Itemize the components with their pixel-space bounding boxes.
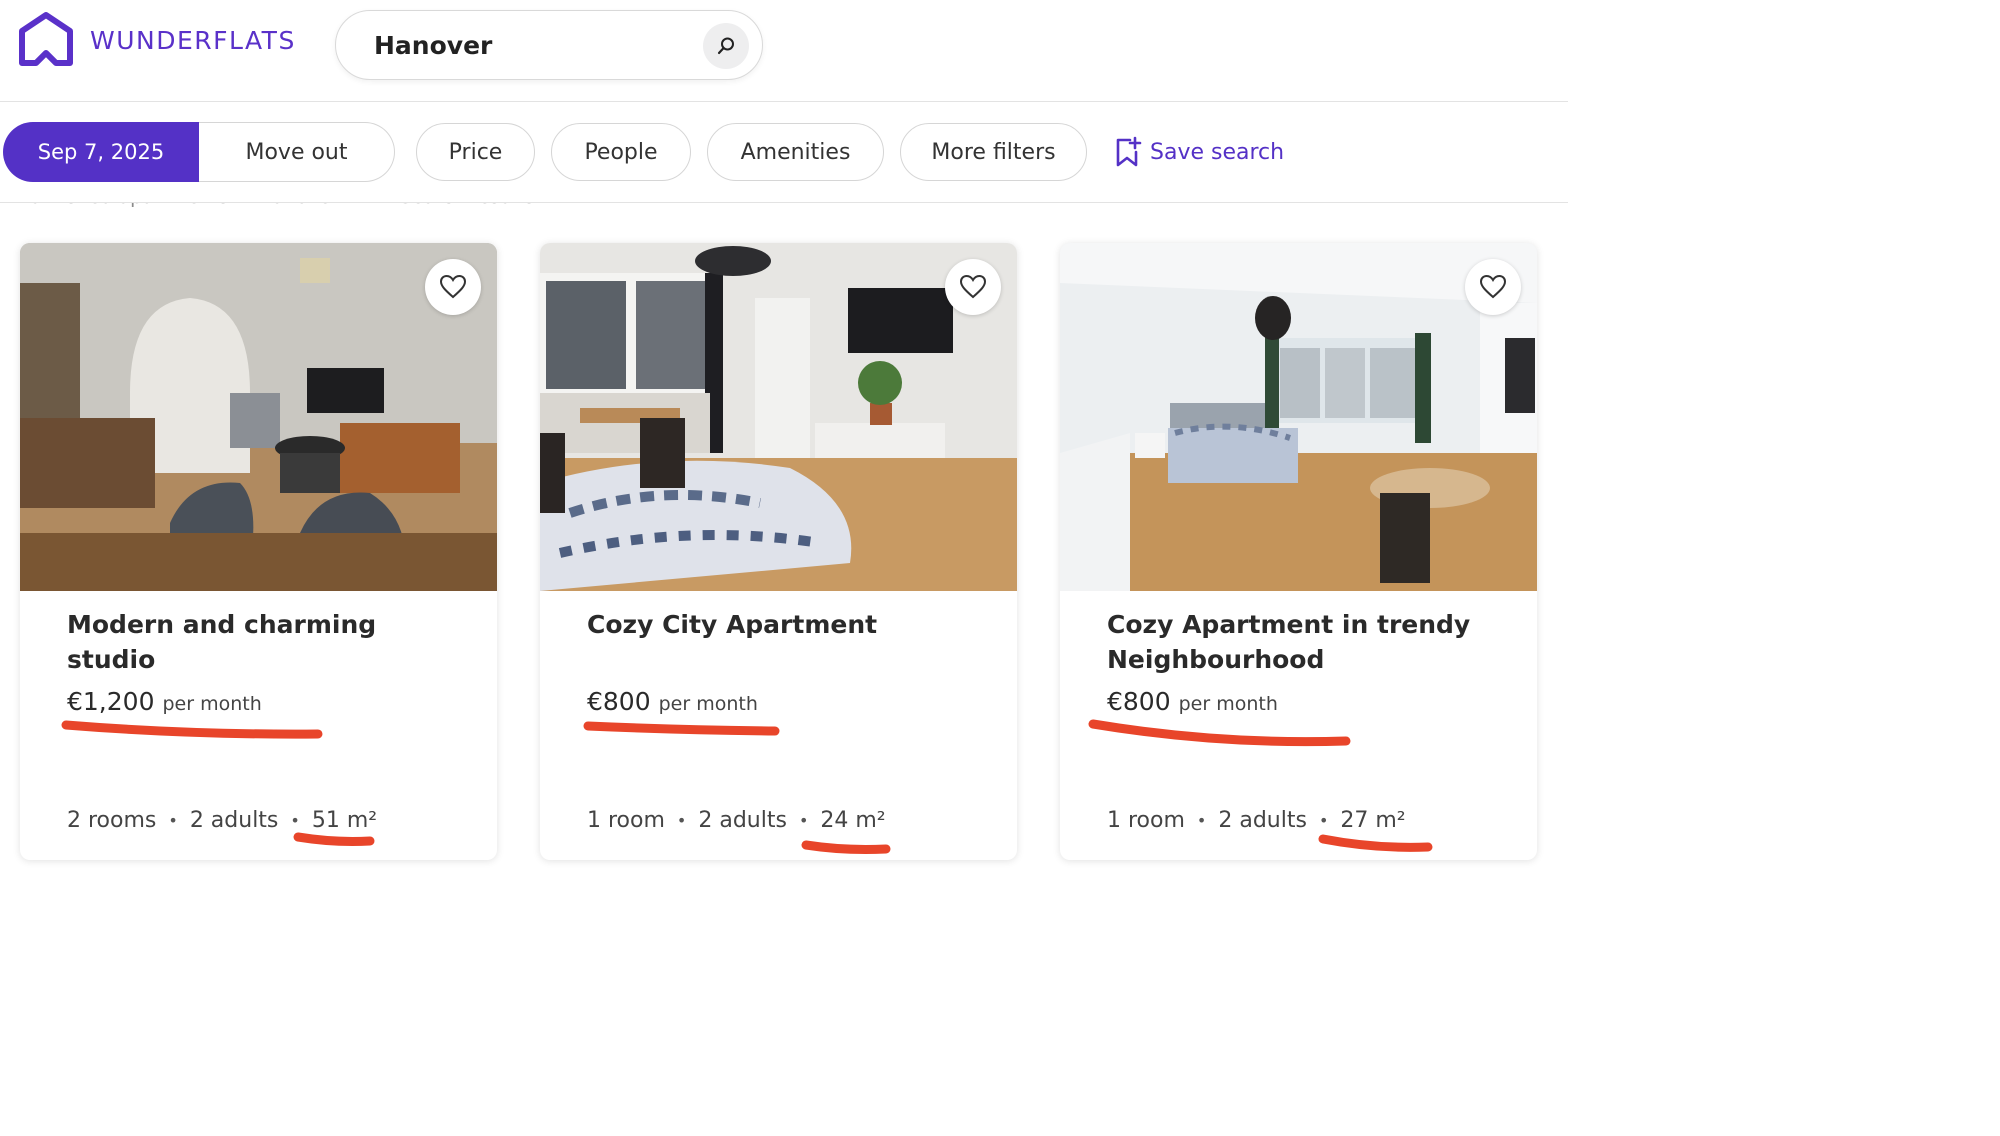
favorite-button[interactable] xyxy=(1465,259,1521,315)
separator-dot: • xyxy=(168,811,178,830)
listing-card[interactable]: Cozy Apartment in trendy Neighbourhood €… xyxy=(1060,243,1537,860)
separator-dot: • xyxy=(676,811,687,830)
bookmark-plus-icon xyxy=(1116,136,1142,167)
listing-photo[interactable] xyxy=(540,243,1017,591)
search-bar[interactable]: Hanover xyxy=(335,10,763,80)
listing-title[interactable]: Cozy City Apartment xyxy=(587,607,987,642)
house-logo-icon xyxy=(19,12,73,66)
heart-icon xyxy=(1479,274,1507,299)
size-value: 51 m² xyxy=(311,808,378,833)
favorite-button[interactable] xyxy=(945,259,1001,315)
listing-card[interactable]: Modern and charming studio €1,200 per mo… xyxy=(20,243,497,860)
separator-dot: • xyxy=(290,811,300,830)
brand-logo[interactable]: WUNDERFLATS xyxy=(18,11,296,69)
rooms-count: 1 room xyxy=(1107,808,1185,833)
search-icon xyxy=(717,37,734,55)
search-input[interactable]: Hanover xyxy=(374,31,492,60)
favorite-button[interactable] xyxy=(425,259,481,315)
save-search-label: Save search xyxy=(1150,139,1285,165)
separator-dot: • xyxy=(1318,811,1329,830)
price-unit: per month xyxy=(658,693,758,715)
listing-price: €800 per month xyxy=(1107,687,1278,716)
listing-specs: 1 room • 2 adults • 24 m² xyxy=(587,808,886,833)
people-filter-button[interactable]: People xyxy=(551,123,691,181)
move-in-date-button[interactable]: Sep 7, 2025 xyxy=(3,122,199,182)
listing-price: €800 per month xyxy=(587,687,758,716)
price-amount: €800 xyxy=(587,687,651,716)
search-button[interactable] xyxy=(703,23,749,69)
price-amount: €1,200 xyxy=(67,687,155,716)
listing-photo[interactable] xyxy=(1060,243,1537,591)
price-filter-button[interactable]: Price xyxy=(416,123,535,181)
filter-bar: Sep 7, 2025 Move out Price People Amenit… xyxy=(0,102,1568,203)
price-unit: per month xyxy=(1178,693,1278,715)
separator-dot: • xyxy=(798,811,809,830)
adults-count: 2 adults xyxy=(698,808,787,833)
listing-title[interactable]: Cozy Apartment in trendy Neighbourhood xyxy=(1107,607,1507,677)
listing-card[interactable]: Cozy City Apartment €800 per month 1 roo… xyxy=(540,243,1017,860)
listing-specs: 2 rooms • 2 adults • 51 m² xyxy=(67,808,377,833)
size-value: 27 m² xyxy=(1340,808,1406,833)
heart-icon xyxy=(439,274,467,299)
brand-name: WUNDERFLATS xyxy=(90,25,296,55)
adults-count: 2 adults xyxy=(189,808,279,833)
listing-price: €1,200 per month xyxy=(67,687,262,716)
price-amount: €800 xyxy=(1107,687,1171,716)
separator-dot: • xyxy=(1196,811,1207,830)
more-filters-button[interactable]: More filters xyxy=(900,123,1087,181)
listing-specs: 1 room • 2 adults • 27 m² xyxy=(1107,808,1406,833)
size-value: 24 m² xyxy=(820,808,886,833)
listing-photo[interactable] xyxy=(20,243,497,591)
heart-icon xyxy=(959,274,987,299)
date-range-picker: Sep 7, 2025 Move out xyxy=(3,122,395,182)
rooms-count: 1 room xyxy=(587,808,665,833)
top-header: WUNDERFLATS Hanover xyxy=(0,0,1568,102)
save-search-button[interactable]: Save search xyxy=(1114,136,1284,168)
rooms-count: 2 rooms xyxy=(67,808,157,833)
move-out-date-button[interactable]: Move out xyxy=(199,122,395,182)
adults-count: 2 adults xyxy=(1218,808,1307,833)
amenities-filter-button[interactable]: Amenities xyxy=(707,123,884,181)
price-unit: per month xyxy=(162,693,262,715)
listing-title[interactable]: Modern and charming studio xyxy=(67,607,467,677)
